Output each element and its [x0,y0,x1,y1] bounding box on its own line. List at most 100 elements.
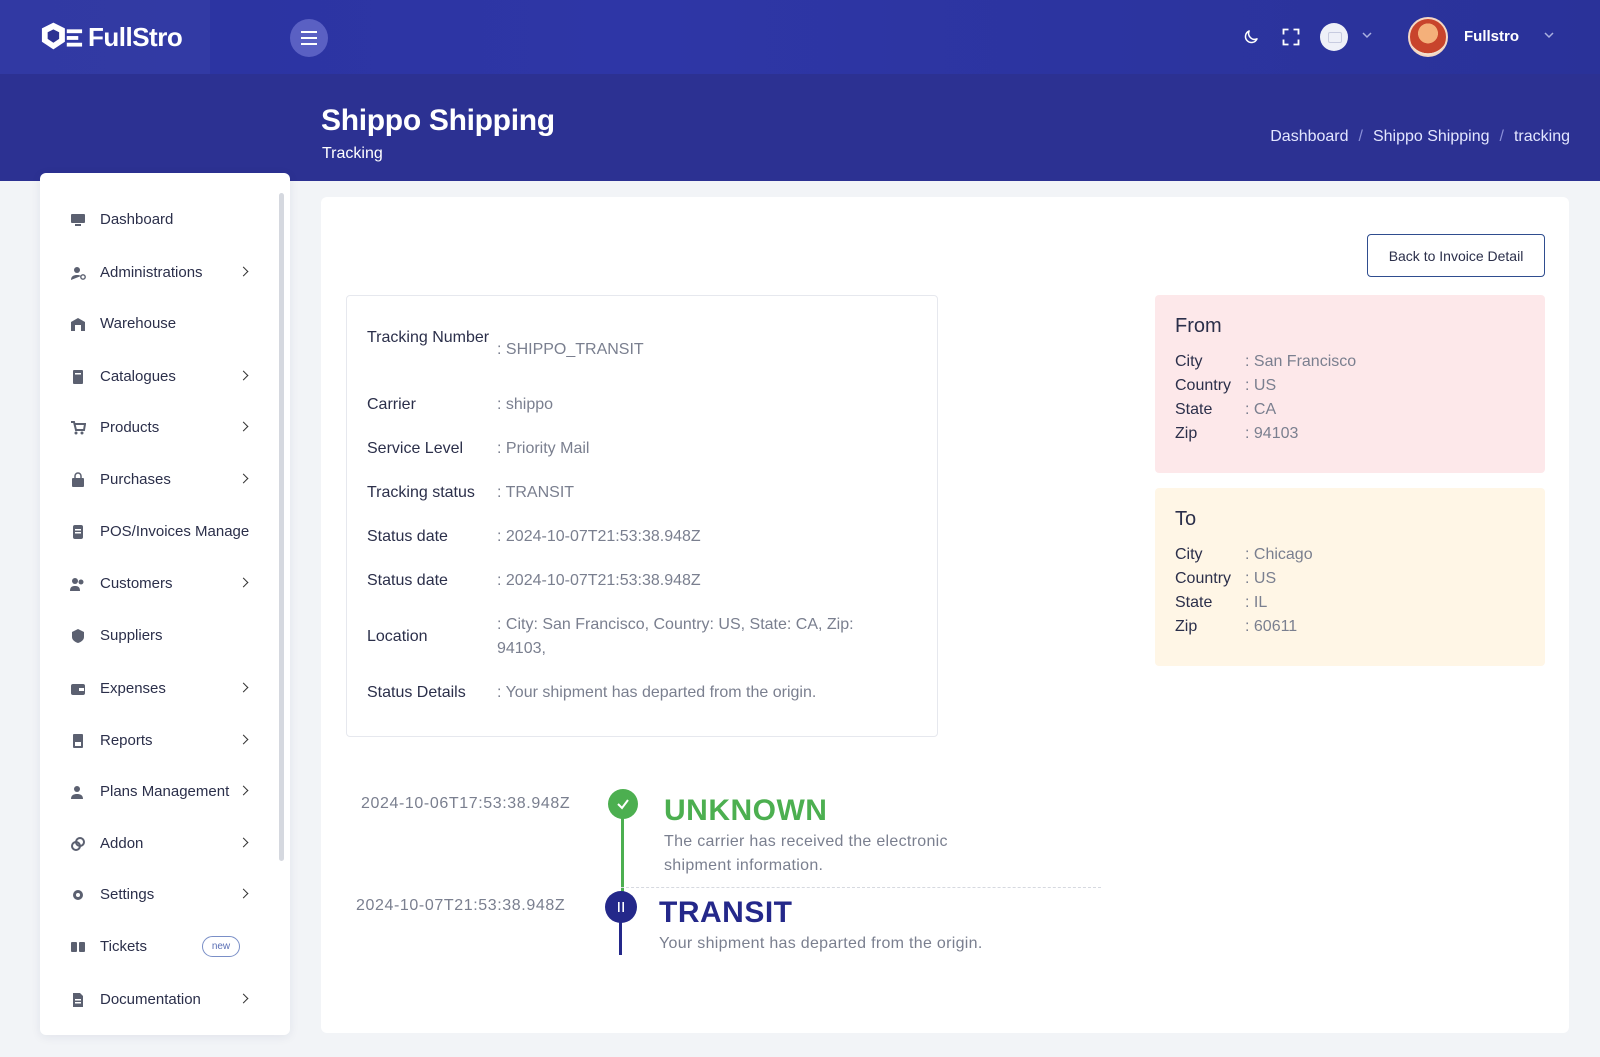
sidebar-item-label: Purchases [100,471,171,488]
sidebar-item-products[interactable]: Products [40,401,290,454]
sidebar-item-dashboard[interactable]: Dashboard [40,193,290,246]
sidebar-item-expenses[interactable]: Expenses [40,662,290,715]
link-icon [70,836,86,852]
sidebar-item-label: Addon [100,835,144,852]
address-value: : Chicago [1245,546,1313,563]
breadcrumb-link-shippo[interactable]: Shippo Shipping [1373,128,1490,146]
detail-row-carrier: Carrier : shippo [367,393,897,417]
from-title: From [1175,315,1222,337]
address-row: Zip: 94103 [1175,422,1525,446]
sidebar-item-catalogues[interactable]: Catalogues [40,350,290,403]
report-icon [70,733,86,749]
breadcrumb: Dashboard / Shippo Shipping / tracking [1270,128,1570,146]
address-key: State [1175,401,1213,418]
sidebar-item-label: Administrations [100,264,203,281]
top-navbar [0,0,1600,74]
dark-mode-toggle[interactable] [1240,26,1262,48]
detail-key: Status Details [367,684,466,701]
fullscreen-icon [1282,28,1300,46]
sidebar-item-customers[interactable]: Customers [40,557,290,610]
page-title: Shippo Shipping [321,104,555,137]
detail-key: Tracking Number [367,329,490,346]
detail-key: Tracking status [367,484,475,501]
sidebar-item-label: Products [100,419,160,436]
user-name[interactable]: Fullstro [1464,28,1519,45]
detail-value: : shippo [497,396,554,413]
address-row: Country: US [1175,567,1525,591]
sidebar-menu: Dashboard Administrations Warehouse Catalog… [40,173,290,1008]
detail-row-tracking-number: Tracking Number : SHIPPO_TRANSIT [367,326,897,362]
address-value: : IL [1245,594,1268,611]
gear-icon [70,887,86,903]
cart-icon [70,420,86,436]
language-selector[interactable] [1320,23,1348,51]
sidebar-item-reports[interactable]: Reports [40,714,290,767]
wallet-icon [70,681,86,697]
address-key: Country [1175,570,1232,587]
timeline-divider [621,887,1101,888]
sidebar-item-label: Reports [100,732,153,749]
monitor-icon [70,212,86,228]
chevron-right-icon [238,734,249,745]
breadcrumb-link-dashboard[interactable]: Dashboard [1270,128,1348,146]
sidebar: Dashboard Administrations Warehouse Catalog… [40,173,290,1035]
check-icon [617,799,629,810]
address-row: State: IL [1175,591,1525,615]
address-value: : CA [1245,401,1277,418]
sidebar-item-settings[interactable]: Settings [40,868,290,921]
chevron-right-icon [238,266,249,277]
timeline-date: 2024-10-06T17:53:38.948Z [361,795,571,812]
chevron-right-icon [238,370,249,381]
user-plan-icon [70,784,86,800]
address-row: Country : US [1175,374,1525,398]
sidebar-item-label: Expenses [100,680,166,697]
detail-value: : SHIPPO_TRANSIT [497,341,644,358]
book-icon [70,369,86,385]
timeline-status: TRANSIT [659,896,793,929]
user-gear-icon [70,265,86,281]
sidebar-item-label: Catalogues [100,368,176,385]
sidebar-item-suppliers[interactable]: Suppliers [40,609,290,662]
address-row: City: San Francisco [1175,350,1525,374]
detail-row-status-date: Status date : 2024-10-07T21:53:38.948Z [367,569,897,593]
brand-logo[interactable]: FullStro [40,20,183,54]
to-title: To [1175,508,1197,530]
detail-key: Service Level [367,440,464,457]
chevron-down-icon[interactable] [1544,30,1554,40]
sidebar-toggle-button[interactable] [290,19,328,57]
address-key: Country [1175,377,1232,394]
breadcrumb-separator: / [1358,128,1363,145]
address-value: : US [1245,377,1277,394]
timeline-description: The carrier has received the electronic … [664,833,948,874]
moon-icon [1244,30,1258,44]
address-row: Zip: 60611 [1175,615,1525,639]
tracking-card: Back to Invoice Detail Tracking Number :… [321,197,1569,1033]
address-row: State : CA [1175,398,1525,422]
sidebar-item-label: Warehouse [100,315,177,332]
document-icon [70,992,86,1008]
address-value: : 60611 [1245,618,1298,635]
detail-row-tracking-status: Tracking status : TRANSIT [367,481,897,505]
sidebar-item-warehouse[interactable]: Warehouse [40,297,290,350]
fullscreen-toggle[interactable] [1280,26,1302,48]
detail-row-location: Location : City: San Francisco, Country:… [367,613,887,661]
sidebar-item-plans-management[interactable]: Plans Management [40,765,290,818]
timeline-line [621,809,624,897]
sidebar-item-purchases[interactable]: Purchases [40,453,290,506]
warehouse-icon [70,316,86,332]
sidebar-item-label: Suppliers [100,627,163,644]
sidebar-item-tickets[interactable]: Tickets new [40,920,290,973]
sidebar-item-pos-invoices-manage[interactable]: POS/Invoices Manage [40,505,290,558]
sidebar-item-label: Customers [100,575,173,592]
address-value: : 94103 [1245,425,1299,442]
sidebar-item-administrations[interactable]: Administrations [40,246,290,299]
sidebar-item-documentation[interactable]: Documentation [40,973,290,1026]
chevron-down-icon[interactable] [1362,30,1372,40]
supplier-icon [70,628,86,644]
chevron-right-icon [238,682,249,693]
brand-name: FullStro [88,21,183,52]
back-to-invoice-button[interactable]: Back to Invoice Detail [1367,234,1545,277]
sidebar-scrollbar[interactable] [279,193,284,861]
sidebar-item-addon[interactable]: Addon [40,817,290,870]
avatar[interactable] [1408,17,1448,57]
